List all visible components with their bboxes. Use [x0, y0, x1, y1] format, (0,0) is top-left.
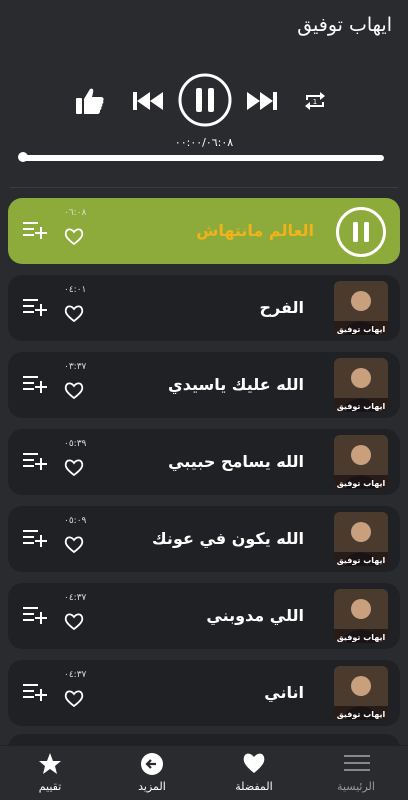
divider — [10, 187, 398, 188]
previous-icon[interactable] — [131, 87, 165, 115]
heart-icon[interactable] — [64, 459, 84, 481]
back-arrow-icon — [140, 752, 164, 776]
progress-bar[interactable] — [22, 155, 384, 161]
add-to-playlist-icon[interactable] — [22, 682, 48, 706]
thumbs-up-icon[interactable] — [74, 85, 106, 117]
song-duration: ٠٥:٠٩ — [64, 516, 87, 526]
song-row[interactable]: ايهاب توفيق اناني ٠٤:٣٧ — [8, 660, 400, 726]
add-to-playlist-icon[interactable] — [22, 451, 48, 475]
nav-favorites-label: المفضلة — [235, 780, 273, 793]
song-duration: ٠٤:٣٧ — [64, 593, 87, 603]
song-list: العالم مانتهاش ٠٦:٠٨ ايهاب توفيق الفرح ٠… — [8, 198, 400, 737]
song-duration: ٠٤:٣٧ — [64, 670, 87, 680]
song-row-active[interactable]: العالم مانتهاش ٠٦:٠٨ — [8, 198, 400, 264]
artist-thumbnail: ايهاب توفيق — [334, 589, 388, 643]
page-title: ايهاب توفيق — [297, 14, 392, 36]
menu-icon — [344, 752, 370, 776]
heart-icon[interactable] — [64, 690, 84, 712]
add-to-playlist-icon[interactable] — [22, 528, 48, 552]
song-title: العالم مانتهاش — [196, 221, 314, 240]
song-title: الفرح — [259, 298, 305, 317]
progress-knob[interactable] — [18, 152, 28, 162]
svg-text:ايهاب توفيق: ايهاب توفيق — [337, 402, 386, 411]
svg-text:ايهاب توفيق: ايهاب توفيق — [337, 556, 386, 565]
song-duration: ٠٦:٠٨ — [64, 208, 87, 218]
song-title: الله يكون في عونك — [152, 529, 304, 548]
pause-icon[interactable] — [178, 73, 232, 127]
nav-home[interactable]: الرئيسية — [316, 746, 396, 800]
add-to-playlist-icon[interactable] — [22, 297, 48, 321]
song-row[interactable]: ايهاب توفيق اللي مدوبني ٠٤:٣٧ — [8, 583, 400, 649]
repeat-icon[interactable]: 1 — [302, 88, 328, 114]
song-duration: ٠٤:٠١ — [64, 285, 87, 295]
heart-icon[interactable] — [64, 536, 84, 558]
song-row[interactable]: ايهاب توفيق الفرح ٠٤:٠١ — [8, 275, 400, 341]
song-duration: ٠٥:٣٩ — [64, 439, 87, 449]
add-to-playlist-icon[interactable] — [22, 374, 48, 398]
svg-text:ايهاب توفيق: ايهاب توفيق — [337, 479, 386, 488]
heart-icon[interactable] — [64, 305, 84, 327]
artist-thumbnail: ايهاب توفيق — [334, 281, 388, 335]
nav-more[interactable]: المزيد — [112, 746, 192, 800]
nav-favorites[interactable]: المفضلة — [214, 746, 294, 800]
song-duration: ٠٣:٣٧ — [64, 362, 87, 372]
svg-text:ايهاب توفيق: ايهاب توفيق — [337, 633, 386, 642]
heart-icon[interactable] — [64, 613, 84, 635]
progress-time: ٠٠:٠٠/٠٦:٠٨ — [174, 136, 234, 149]
song-row[interactable]: ايهاب توفيق الله عليك ياسيدي ٠٣:٣٧ — [8, 352, 400, 418]
nav-rate[interactable]: تقييم — [10, 746, 90, 800]
player-controls: 1 — [0, 73, 408, 127]
song-title: اناني — [264, 683, 304, 702]
song-row[interactable]: ايهاب توفيق الله يكون في عونك ٠٥:٠٩ — [8, 506, 400, 572]
nav-more-label: المزيد — [138, 780, 166, 793]
bottom-navigation: تقييم المزيد المفضلة الرئيسية — [0, 745, 408, 800]
artist-thumbnail: ايهاب توفيق — [334, 666, 388, 720]
heart-icon — [242, 752, 266, 776]
star-icon — [38, 752, 62, 776]
song-title: الله عليك ياسيدي — [168, 375, 304, 394]
add-to-playlist-icon[interactable] — [22, 220, 48, 244]
artist-thumbnail: ايهاب توفيق — [334, 512, 388, 566]
song-title: اللي مدوبني — [206, 606, 304, 625]
song-row[interactable]: ايهاب توفيق الله يسامح حبيبي ٠٥:٣٩ — [8, 429, 400, 495]
artist-thumbnail: ايهاب توفيق — [334, 358, 388, 412]
heart-icon[interactable] — [64, 382, 84, 404]
heart-icon[interactable] — [64, 228, 84, 250]
svg-text:1: 1 — [313, 98, 317, 106]
nav-home-label: الرئيسية — [337, 780, 375, 793]
song-title: الله يسامح حبيبي — [168, 452, 304, 471]
add-to-playlist-icon[interactable] — [22, 605, 48, 629]
svg-text:ايهاب توفيق: ايهاب توفيق — [337, 710, 386, 719]
next-icon[interactable] — [245, 87, 279, 115]
nav-rate-label: تقييم — [38, 780, 62, 793]
svg-text:ايهاب توفيق: ايهاب توفيق — [337, 325, 386, 334]
artist-thumbnail: ايهاب توفيق — [334, 435, 388, 489]
pause-icon[interactable] — [336, 207, 386, 257]
